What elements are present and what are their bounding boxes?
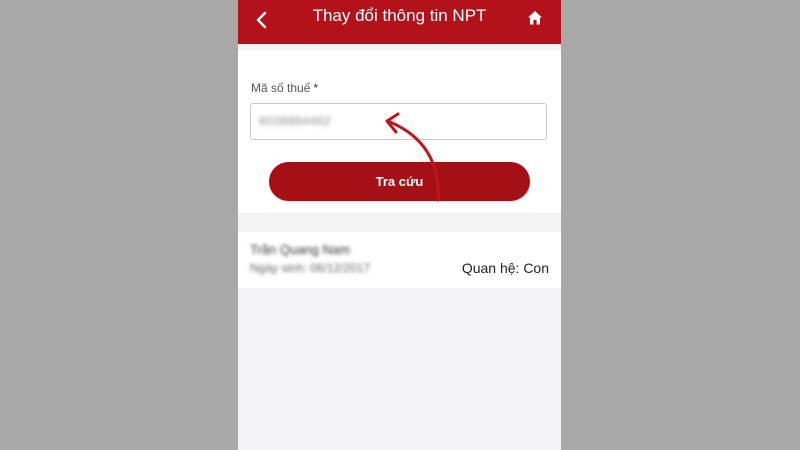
dependent-relation: Quan hệ: Con (461, 260, 549, 276)
dependent-name: Trần Quang Nam (250, 242, 350, 257)
tax-code-label-text: Mã số thuế (251, 81, 311, 95)
chevron-left-icon (256, 11, 267, 29)
dependent-dob: Ngày sinh: 06/12/2017 (250, 261, 371, 275)
back-button[interactable] (250, 8, 274, 32)
page-title: Thay đổi thông tin NPT (312, 6, 487, 25)
tax-code-label: Mã số thuế * (251, 81, 318, 95)
phone-screen: Thay đổi thông tin NPT Mã số thuế * 80398… (238, 0, 561, 450)
dependent-result[interactable]: Trần Quang Nam Ngày sinh: 06/12/2017 Qua… (238, 232, 561, 288)
required-mark: * (313, 81, 319, 95)
home-icon (528, 11, 542, 25)
search-button[interactable]: Tra cứu (269, 162, 530, 201)
home-button[interactable] (523, 6, 547, 30)
tax-code-value: 8039884492 (259, 114, 331, 128)
lookup-form: Mã số thuế * 8039884492 Tra cứu (238, 50, 561, 213)
app-header: Thay đổi thông tin NPT (238, 0, 561, 44)
tax-code-input[interactable]: 8039884492 (250, 103, 547, 140)
